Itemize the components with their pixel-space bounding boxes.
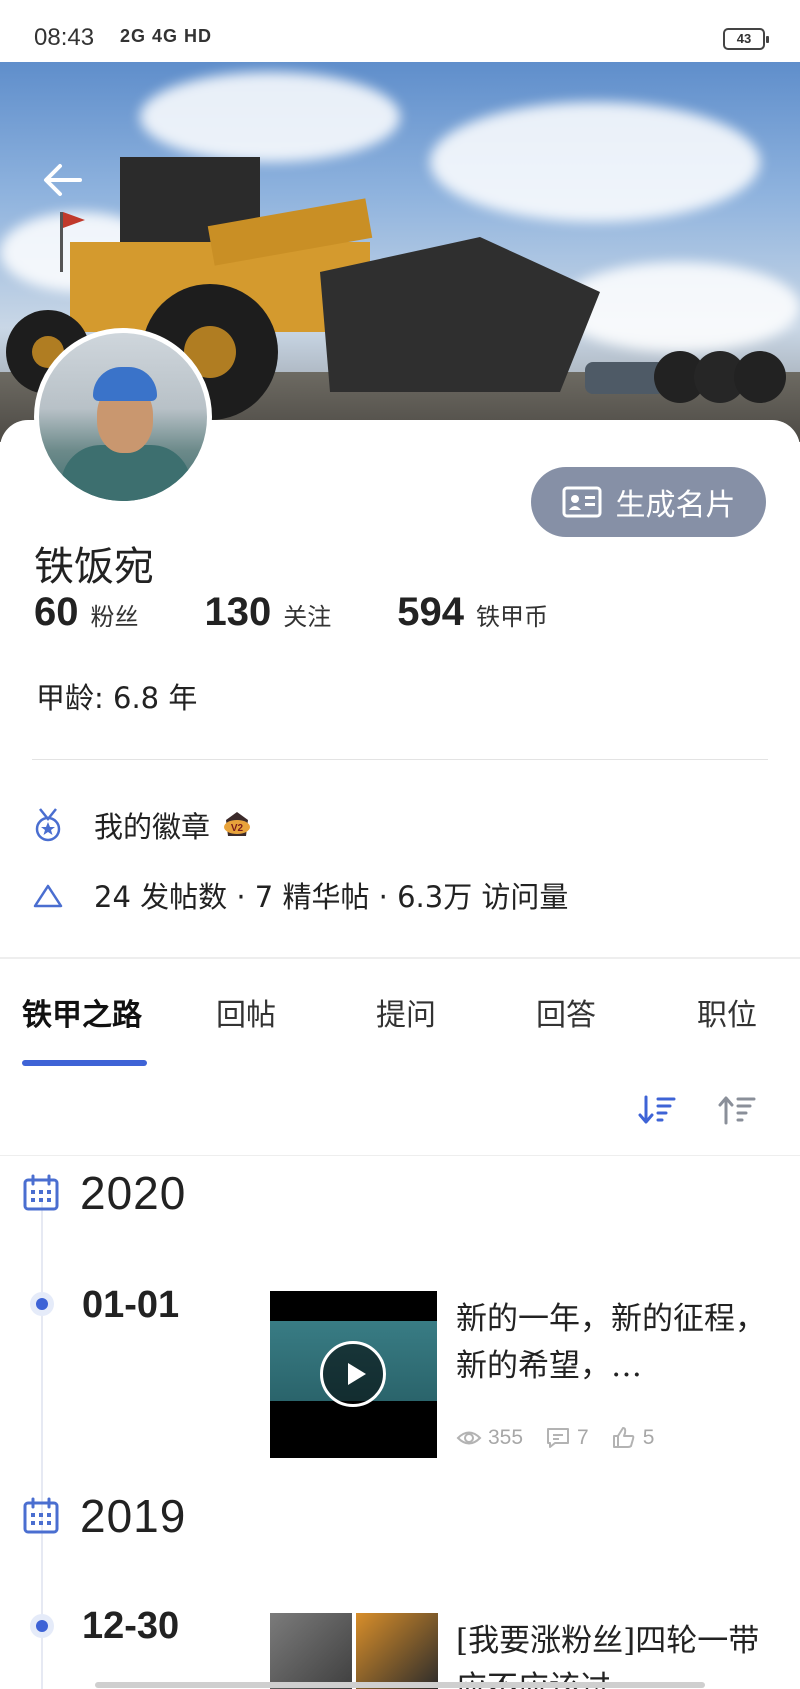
stat-coins[interactable]: 594 铁甲币 bbox=[397, 590, 548, 635]
timeline-dot bbox=[30, 1292, 54, 1316]
username: 铁饭宛 bbox=[34, 544, 154, 590]
medal-icon bbox=[35, 808, 61, 842]
comments-value: 7 bbox=[577, 1426, 589, 1449]
avatar[interactable] bbox=[34, 328, 212, 506]
stat-value: 130 bbox=[204, 590, 272, 634]
tab-answers[interactable]: 回答 bbox=[536, 990, 596, 1034]
tab-iron-road[interactable]: 铁甲之路 bbox=[22, 990, 142, 1034]
comments-count[interactable]: 7 bbox=[545, 1426, 589, 1450]
stat-following[interactable]: 130 关注 bbox=[205, 590, 332, 635]
thumbs-up-icon bbox=[612, 1427, 635, 1448]
post-image-thumbnail[interactable] bbox=[270, 1613, 352, 1689]
year-label: 2020 bbox=[80, 1167, 187, 1219]
stats-row: 60 粉丝 130 关注 594 铁甲币 bbox=[34, 590, 614, 635]
stat-label: 关注 bbox=[283, 603, 332, 631]
divider bbox=[0, 1155, 800, 1156]
triangle-icon bbox=[33, 884, 63, 908]
sort-descending-icon[interactable] bbox=[638, 1093, 678, 1127]
post-date: 12-30 bbox=[82, 1605, 180, 1647]
v2-badge-icon: V2 bbox=[224, 812, 251, 836]
comment-icon bbox=[547, 1428, 570, 1448]
views-value: 355 bbox=[488, 1426, 524, 1449]
network-indicator: 2G 4G HD bbox=[120, 26, 213, 46]
play-icon[interactable] bbox=[320, 1341, 386, 1407]
generate-card-label: 生成名片 bbox=[615, 488, 736, 523]
section-separator bbox=[0, 957, 800, 959]
stat-label: 铁甲币 bbox=[476, 603, 548, 631]
calendar-icon bbox=[23, 1497, 59, 1534]
timeline-dot bbox=[30, 1614, 54, 1638]
post-image-thumbnail[interactable] bbox=[356, 1613, 438, 1689]
my-badges-label: 我的徽章 bbox=[94, 810, 211, 844]
activity-stats-row: 24 发帖数 · 7 精华帖 · 6.3万 访问量 bbox=[32, 874, 568, 916]
back-arrow-icon[interactable] bbox=[38, 158, 88, 202]
battery-icon: 43 bbox=[723, 28, 769, 50]
svg-text:V2: V2 bbox=[231, 823, 244, 834]
stat-fans[interactable]: 60 粉丝 bbox=[34, 590, 139, 635]
generate-card-button[interactable]: 生成名片 bbox=[531, 467, 766, 537]
home-indicator bbox=[95, 1682, 705, 1688]
stat-value: 60 bbox=[34, 590, 79, 634]
stat-label: 粉丝 bbox=[90, 603, 139, 631]
eye-icon bbox=[456, 1431, 482, 1445]
post-meta: 355 7 5 bbox=[456, 1426, 676, 1450]
tab-questions[interactable]: 提问 bbox=[376, 990, 436, 1034]
stat-value: 594 bbox=[397, 590, 464, 634]
tab-jobs[interactable]: 职位 bbox=[697, 990, 757, 1034]
post-title[interactable]: [我要涨粉丝]四轮一带应不应该过… bbox=[456, 1618, 776, 1689]
timeline-year: 2019 bbox=[22, 1489, 186, 1543]
status-time: 08:43 bbox=[34, 24, 95, 51]
active-tab-indicator bbox=[22, 1060, 147, 1066]
likes-value: 5 bbox=[642, 1426, 655, 1449]
year-label: 2019 bbox=[80, 1490, 187, 1542]
post-title[interactable]: 新的一年，新的征程，新的希望，… bbox=[456, 1296, 776, 1392]
calendar-icon bbox=[23, 1174, 59, 1211]
my-badges-row[interactable]: 我的徽章 V2 bbox=[32, 804, 254, 846]
id-card-icon bbox=[562, 486, 601, 518]
member-age: 甲龄: 6.8 年 bbox=[36, 681, 198, 715]
tab-bar: 铁甲之路 回帖 提问 回答 职位 bbox=[0, 990, 800, 1060]
video-thumbnail[interactable] bbox=[270, 1291, 437, 1458]
post-date: 01-01 bbox=[82, 1284, 180, 1326]
tab-replies[interactable]: 回帖 bbox=[216, 990, 276, 1034]
sort-ascending-icon[interactable] bbox=[718, 1093, 758, 1127]
activity-stats: 24 发帖数 · 7 精华帖 · 6.3万 访问量 bbox=[94, 880, 569, 914]
views-count: 355 bbox=[456, 1426, 523, 1450]
likes-count[interactable]: 5 bbox=[611, 1426, 655, 1450]
divider bbox=[32, 759, 768, 760]
timeline-year: 2020 bbox=[22, 1166, 186, 1220]
status-bar: 08:43 2G 4G HD 43 bbox=[0, 0, 800, 62]
